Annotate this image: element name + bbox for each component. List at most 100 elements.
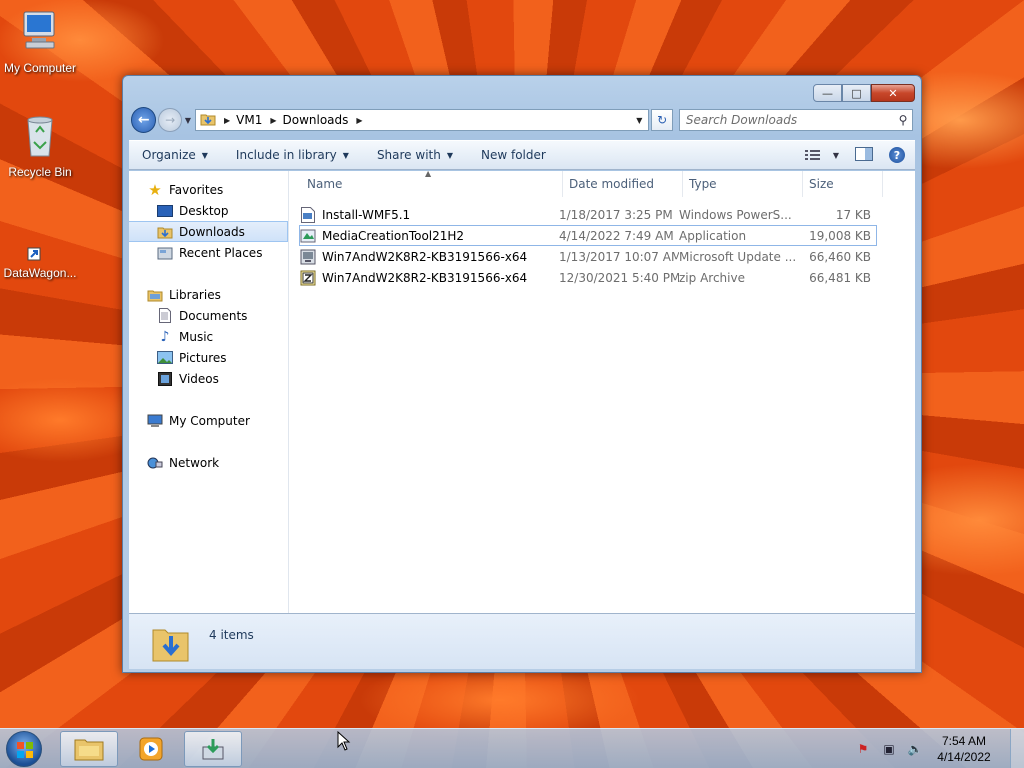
search-input[interactable]: Search Downloads ⚲ [678, 109, 913, 131]
file-type: Application [679, 228, 747, 243]
close-button[interactable]: ✕ [871, 84, 915, 102]
change-view-button[interactable]: ▼ [804, 149, 839, 161]
application-icon [300, 228, 316, 244]
nav-desktop[interactable]: Desktop [129, 200, 288, 221]
forward-button[interactable]: → [158, 108, 182, 132]
folder-icon [200, 112, 216, 129]
search-icon[interactable]: ⚲ [894, 113, 912, 127]
nav-downloads-label: Downloads [179, 224, 245, 239]
column-type[interactable]: Type [683, 170, 803, 197]
desktop-icon-label: Recycle Bin [8, 165, 72, 179]
nav-favorites-label: Favorites [169, 182, 224, 197]
desktop-icon-datawagon[interactable]: DataWagon... [0, 218, 80, 280]
refresh-button[interactable]: ↻ [651, 109, 673, 131]
download-app-icon [202, 739, 224, 760]
action-center-flag-icon[interactable]: ⚑ [854, 741, 872, 757]
documents-icon [157, 308, 173, 324]
address-bar[interactable]: ▶ VM1 ▶ Downloads ▶ ▼ [194, 109, 650, 131]
minimize-icon: — [822, 86, 833, 100]
nav-music[interactable]: ♪ Music [129, 326, 288, 347]
file-row-selected[interactable]: MediaCreationTool21H2 4/14/2022 7:49 AM … [299, 225, 877, 246]
taskbar-media-player-button[interactable] [122, 731, 180, 767]
preview-pane-button[interactable] [855, 146, 873, 164]
forward-arrow-icon: → [165, 113, 176, 127]
star-icon: ★ [148, 180, 162, 199]
zip-icon [300, 270, 316, 286]
breadcrumb-arrow-icon[interactable]: ▶ [270, 116, 276, 125]
maximize-button[interactable]: □ [842, 84, 871, 102]
mouse-cursor-icon [337, 731, 351, 751]
taskbar-download-app-button[interactable] [184, 731, 242, 767]
show-desktop-button[interactable] [1010, 729, 1024, 768]
recycle-bin-icon [0, 112, 80, 161]
file-size: 19,008 KB [809, 228, 871, 243]
nav-recent-places-label: Recent Places [179, 245, 263, 260]
organize-button[interactable]: Organize ▼ [142, 148, 208, 162]
music-icon: ♪ [160, 328, 170, 345]
computer-icon [0, 10, 80, 57]
column-headers: ▲ Name Date modified Type Size [289, 169, 915, 197]
breadcrumb-vm1[interactable]: VM1 [236, 113, 262, 127]
volume-icon[interactable]: 🔈 [906, 741, 924, 757]
include-in-library-label: Include in library [235, 148, 337, 162]
desktop-icon-recycle-bin[interactable]: Recycle Bin [0, 112, 80, 179]
desktop-icon-label: DataWagon... [3, 266, 77, 280]
nav-recent-places[interactable]: Recent Places [129, 242, 288, 263]
downloads-folder-icon [151, 622, 191, 667]
file-size: 66,481 KB [809, 270, 871, 285]
file-date: 1/13/2017 10:07 AM [559, 249, 679, 264]
back-button[interactable]: ← [131, 107, 157, 133]
chevron-down-icon[interactable]: ▼ [833, 151, 839, 160]
nav-libraries-label: Libraries [169, 287, 221, 302]
address-dropdown-icon[interactable]: ▼ [630, 116, 648, 125]
new-folder-button[interactable]: New folder [481, 148, 546, 162]
breadcrumb-arrow-icon[interactable]: ▶ [356, 116, 362, 125]
file-row[interactable]: Win7AndW2K8R2-KB3191566-x64 12/30/2021 5… [299, 267, 877, 288]
file-name: Win7AndW2K8R2-KB3191566-x64 [322, 270, 528, 285]
file-date: 12/30/2021 5:40 PM [559, 270, 679, 285]
nav-libraries[interactable]: Libraries [129, 284, 288, 305]
chevron-down-icon: ▼ [201, 150, 208, 160]
videos-icon [157, 371, 173, 387]
help-button[interactable]: ? [889, 147, 905, 163]
file-row[interactable]: Install-WMF5.1 1/18/2017 3:25 PM Windows… [299, 204, 877, 225]
nav-network-label: Network [169, 455, 220, 470]
taskbar-explorer-button[interactable] [60, 731, 118, 767]
nav-documents[interactable]: Documents [129, 305, 288, 326]
nav-pictures[interactable]: Pictures [129, 347, 288, 368]
file-date: 1/18/2017 3:25 PM [559, 207, 673, 222]
new-folder-label: New folder [481, 148, 546, 162]
nav-favorites[interactable]: ★ Favorites [129, 179, 288, 200]
column-date-modified[interactable]: Date modified [563, 170, 683, 197]
network-status-icon[interactable]: ▣ [880, 741, 898, 757]
nav-my-computer[interactable]: My Computer [129, 410, 288, 431]
powershell-script-icon [300, 206, 316, 223]
clock[interactable]: 7:54 AM 4/14/2022 [932, 733, 996, 765]
toolbar-right: ▼ ? [789, 146, 905, 164]
windows-logo-icon [17, 742, 33, 758]
help-icon: ? [893, 148, 901, 162]
nav-downloads[interactable]: Downloads [129, 221, 288, 242]
include-in-library-button[interactable]: Include in library ▼ [236, 148, 349, 162]
explorer-icon [74, 739, 104, 761]
breadcrumb-downloads[interactable]: Downloads [283, 113, 349, 127]
file-type: Microsoft Update ... [679, 249, 797, 264]
minimize-button[interactable]: — [813, 84, 842, 102]
shortcut-icon [20, 218, 60, 262]
column-size[interactable]: Size [803, 170, 883, 197]
recent-pages-dropdown[interactable]: ▼ [185, 116, 191, 125]
chevron-down-icon: ▼ [446, 150, 453, 160]
preview-pane-icon [855, 146, 873, 161]
recent-places-icon [157, 245, 173, 261]
nav-network[interactable]: Network [129, 452, 288, 473]
nav-my-computer-label: My Computer [169, 413, 250, 428]
start-button[interactable] [6, 731, 42, 767]
desktop-icon-label: My Computer [3, 61, 77, 75]
nav-videos[interactable]: Videos [129, 368, 288, 389]
file-name: Win7AndW2K8R2-KB3191566-x64 [322, 249, 528, 264]
breadcrumb-arrow-icon[interactable]: ▶ [224, 116, 230, 125]
file-row[interactable]: Win7AndW2K8R2-KB3191566-x64 1/13/2017 10… [299, 246, 877, 267]
share-with-button[interactable]: Share with ▼ [377, 148, 453, 162]
file-type: zip Archive [679, 270, 745, 285]
desktop-icon-my-computer[interactable]: My Computer [0, 10, 80, 75]
